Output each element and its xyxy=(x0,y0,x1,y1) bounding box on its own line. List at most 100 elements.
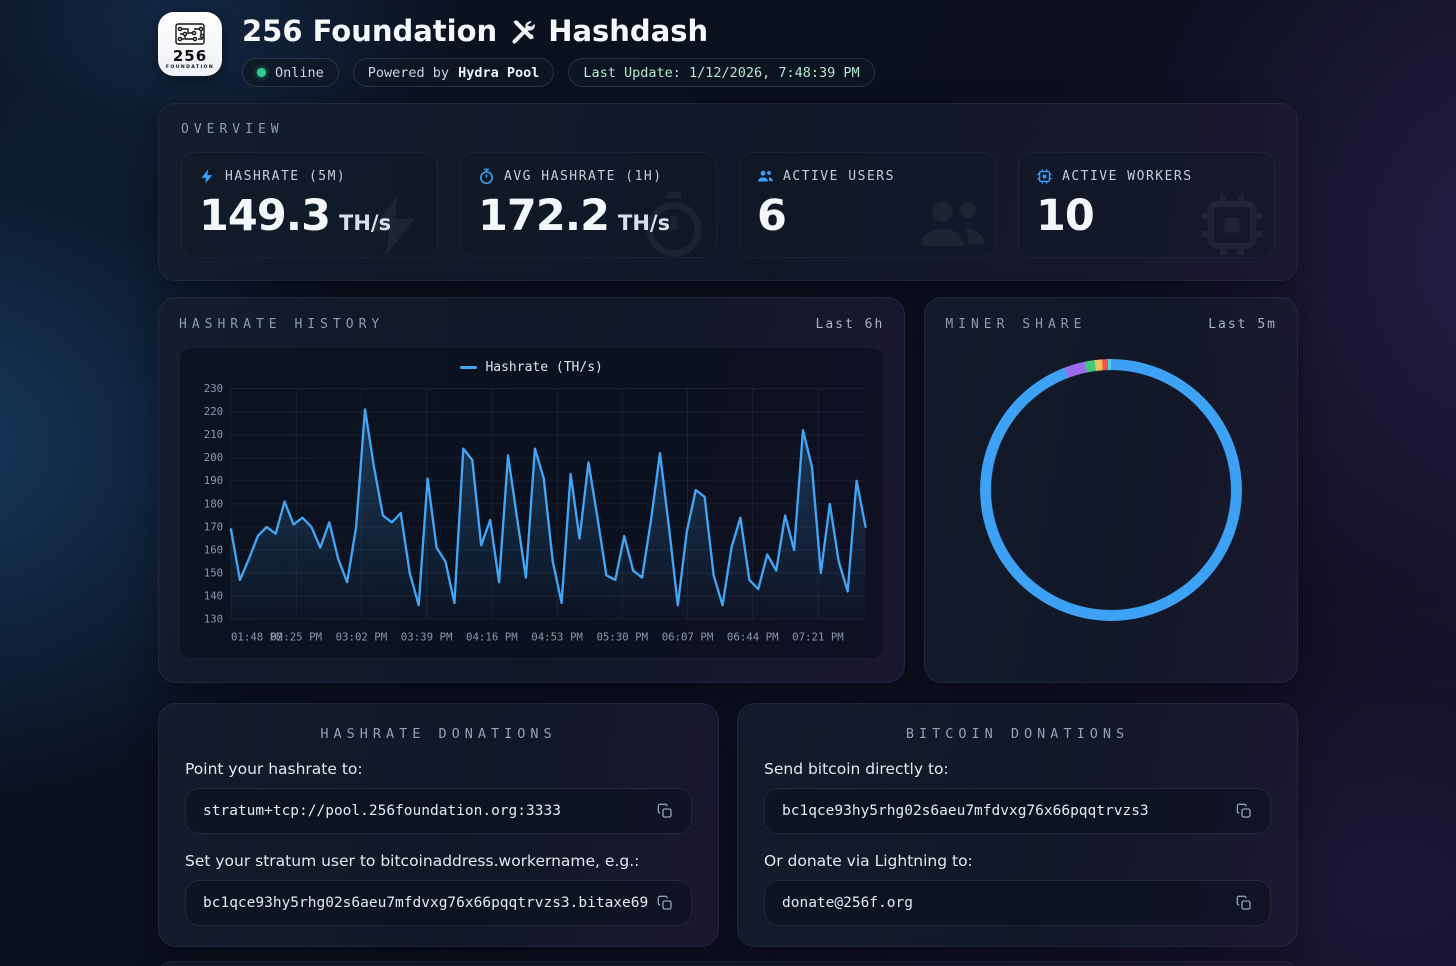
title-foundation: 256 Foundation xyxy=(242,14,497,48)
svg-text:210: 210 xyxy=(204,428,223,441)
stat-card-avg-hashrate-1h: AVG HASHRATE (1H) 172.2 TH/s xyxy=(460,152,717,258)
copy-icon xyxy=(1236,803,1252,819)
powered-prefix: Powered by xyxy=(368,65,449,81)
svg-text:160: 160 xyxy=(204,544,223,557)
stratum-url: stratum+tcp://pool.256foundation.org:333… xyxy=(203,803,653,819)
svg-text:04:53 PM: 04:53 PM xyxy=(531,631,583,644)
stats-grid: HASHRATE (5M) 149.3 TH/s AVG HASHRATE (1… xyxy=(181,152,1275,258)
next-section-card-edge xyxy=(158,961,1298,966)
svg-text:190: 190 xyxy=(204,474,223,487)
last-update-badge: Last Update: 1/12/2026, 7:48:39 PM xyxy=(568,58,874,87)
svg-text:06:44 PM: 06:44 PM xyxy=(727,631,779,644)
svg-text:03:39 PM: 03:39 PM xyxy=(401,631,453,644)
copy-icon xyxy=(1236,895,1252,911)
hashrate-donations-label-2: Set your stratum user to bitcoinaddress.… xyxy=(185,852,692,870)
miner-share-card: MINER SHARE Last 5m xyxy=(924,297,1298,683)
svg-text:230: 230 xyxy=(204,382,223,395)
bitcoin-donations-card: BITCOIN DONATIONS Send bitcoin directly … xyxy=(737,703,1298,947)
stat-label: HASHRATE (5M) xyxy=(225,169,346,184)
legend-label: Hashrate (TH/s) xyxy=(485,360,602,375)
header-text: 256 Foundation Hashdash Online Powered b… xyxy=(242,12,875,87)
status-badge: Online xyxy=(242,58,339,87)
bitcoin-address-box: bc1qce93hy5rhg02s6aeu7mfdvxg76x66pqqtrvz… xyxy=(764,788,1271,834)
stat-value: 10 xyxy=(1036,194,1094,239)
copy-stratum-url-button[interactable] xyxy=(653,799,677,823)
donut-wrap xyxy=(945,340,1277,640)
lightning-address-box: donate@256f.org xyxy=(764,880,1271,926)
overview-section: OVERVIEW HASHRATE (5M) 149.3 TH/s AVG HA… xyxy=(158,103,1298,281)
hashrate-history-title: HASHRATE HISTORY xyxy=(179,317,384,332)
svg-text:150: 150 xyxy=(204,567,223,580)
svg-text:220: 220 xyxy=(204,405,223,418)
stat-card-active-users: ACTIVE USERS 6 xyxy=(739,152,996,258)
svg-text:03:02 PM: 03:02 PM xyxy=(336,631,388,644)
users-icon xyxy=(757,168,774,185)
stopwatch-watermark-icon xyxy=(638,189,710,258)
stratum-url-box: stratum+tcp://pool.256foundation.org:333… xyxy=(185,788,692,834)
overview-title: OVERVIEW xyxy=(181,122,1275,137)
bitcoin-address: bc1qce93hy5rhg02s6aeu7mfdvxg76x66pqqtrvz… xyxy=(782,803,1232,819)
foundation-256-logo: 256 FOUNDATION xyxy=(158,12,222,76)
chip-icon xyxy=(1036,168,1053,185)
svg-text:06:07 PM: 06:07 PM xyxy=(662,631,714,644)
users-watermark-icon xyxy=(917,189,989,258)
svg-text:04:16 PM: 04:16 PM xyxy=(466,631,518,644)
copy-bitcoin-address-button[interactable] xyxy=(1232,799,1256,823)
stat-card-active-workers: ACTIVE WORKERS 10 xyxy=(1018,152,1275,258)
stat-label: AVG HASHRATE (1H) xyxy=(504,169,663,184)
legend-line-icon xyxy=(460,366,477,369)
stat-label: ACTIVE WORKERS xyxy=(1062,169,1193,184)
page: 256 FOUNDATION 256 Foundation Hashdash O… xyxy=(158,0,1298,966)
hashrate-donations-card: HASHRATE DONATIONS Point your hashrate t… xyxy=(158,703,719,947)
miner-share-title: MINER SHARE xyxy=(945,317,1086,332)
chip-watermark-icon xyxy=(1196,189,1268,258)
stratum-user-box: bc1qce93hy5rhg02s6aeu7mfdvxg76x66pqqtrvz… xyxy=(185,880,692,926)
hashrate-history-card: HASHRATE HISTORY Last 6h Hashrate (TH/s)… xyxy=(158,297,905,683)
bolt-watermark-icon xyxy=(359,189,431,258)
stat-value: 149.3 xyxy=(199,194,330,239)
circuit-icon xyxy=(171,22,209,48)
powered-by-badge: Powered by Hydra Pool xyxy=(353,58,555,87)
svg-text:07:21 PM: 07:21 PM xyxy=(792,631,844,644)
header: 256 FOUNDATION 256 Foundation Hashdash O… xyxy=(158,12,1298,87)
online-label: Online xyxy=(275,65,324,81)
pool-brand: Hydra Pool xyxy=(458,65,539,81)
donations-row: HASHRATE DONATIONS Point your hashrate t… xyxy=(158,703,1298,947)
copy-stratum-user-button[interactable] xyxy=(653,891,677,915)
stratum-user: bc1qce93hy5rhg02s6aeu7mfdvxg76x66pqqtrvz… xyxy=(203,895,653,911)
svg-text:130: 130 xyxy=(204,613,223,626)
lightning-address: donate@256f.org xyxy=(782,895,1232,911)
hashrate-donations-label-1: Point your hashrate to: xyxy=(185,760,692,778)
stat-value: 6 xyxy=(757,194,786,239)
stat-value: 172.2 xyxy=(478,194,609,239)
svg-text:170: 170 xyxy=(204,520,223,533)
svg-text:05:30 PM: 05:30 PM xyxy=(596,631,648,644)
badge-row: Online Powered by Hydra Pool Last Update… xyxy=(242,58,875,87)
bitcoin-donations-label-1: Send bitcoin directly to: xyxy=(764,760,1271,778)
last-update-text: Last Update: 1/12/2026, 7:48:39 PM xyxy=(583,65,859,81)
hashrate-chart-svg: 13014015016017018019020021022023001:48 P… xyxy=(188,375,875,656)
copy-icon xyxy=(657,895,673,911)
hashrate-chart-panel: Hashrate (TH/s) 130 140 150 160 170 180 190 200… xyxy=(179,347,884,659)
stopwatch-icon xyxy=(478,168,495,185)
logo-name: FOUNDATION xyxy=(166,65,214,70)
stat-card-hashrate-5m: HASHRATE (5M) 149.3 TH/s xyxy=(181,152,438,258)
copy-lightning-address-button[interactable] xyxy=(1232,891,1256,915)
hashrate-donations-title: HASHRATE DONATIONS xyxy=(185,726,692,742)
svg-text:02:25 PM: 02:25 PM xyxy=(270,631,322,644)
copy-icon xyxy=(657,803,673,819)
bolt-icon xyxy=(199,168,216,185)
bitcoin-donations-title: BITCOIN DONATIONS xyxy=(764,726,1271,742)
online-dot-icon xyxy=(257,68,266,77)
miner-share-range: Last 5m xyxy=(1208,317,1277,332)
stat-label: ACTIVE USERS xyxy=(783,169,895,184)
page-title: 256 Foundation Hashdash xyxy=(242,14,875,48)
miner-share-donut xyxy=(980,359,1242,621)
bitcoin-donations-label-2: Or donate via Lightning to: xyxy=(764,852,1271,870)
charts-row: HASHRATE HISTORY Last 6h Hashrate (TH/s)… xyxy=(158,297,1298,683)
svg-text:180: 180 xyxy=(204,497,223,510)
svg-text:140: 140 xyxy=(204,590,223,603)
svg-text:200: 200 xyxy=(204,451,223,464)
logo-number: 256 xyxy=(173,49,207,64)
hashrate-history-range: Last 6h xyxy=(816,317,885,332)
